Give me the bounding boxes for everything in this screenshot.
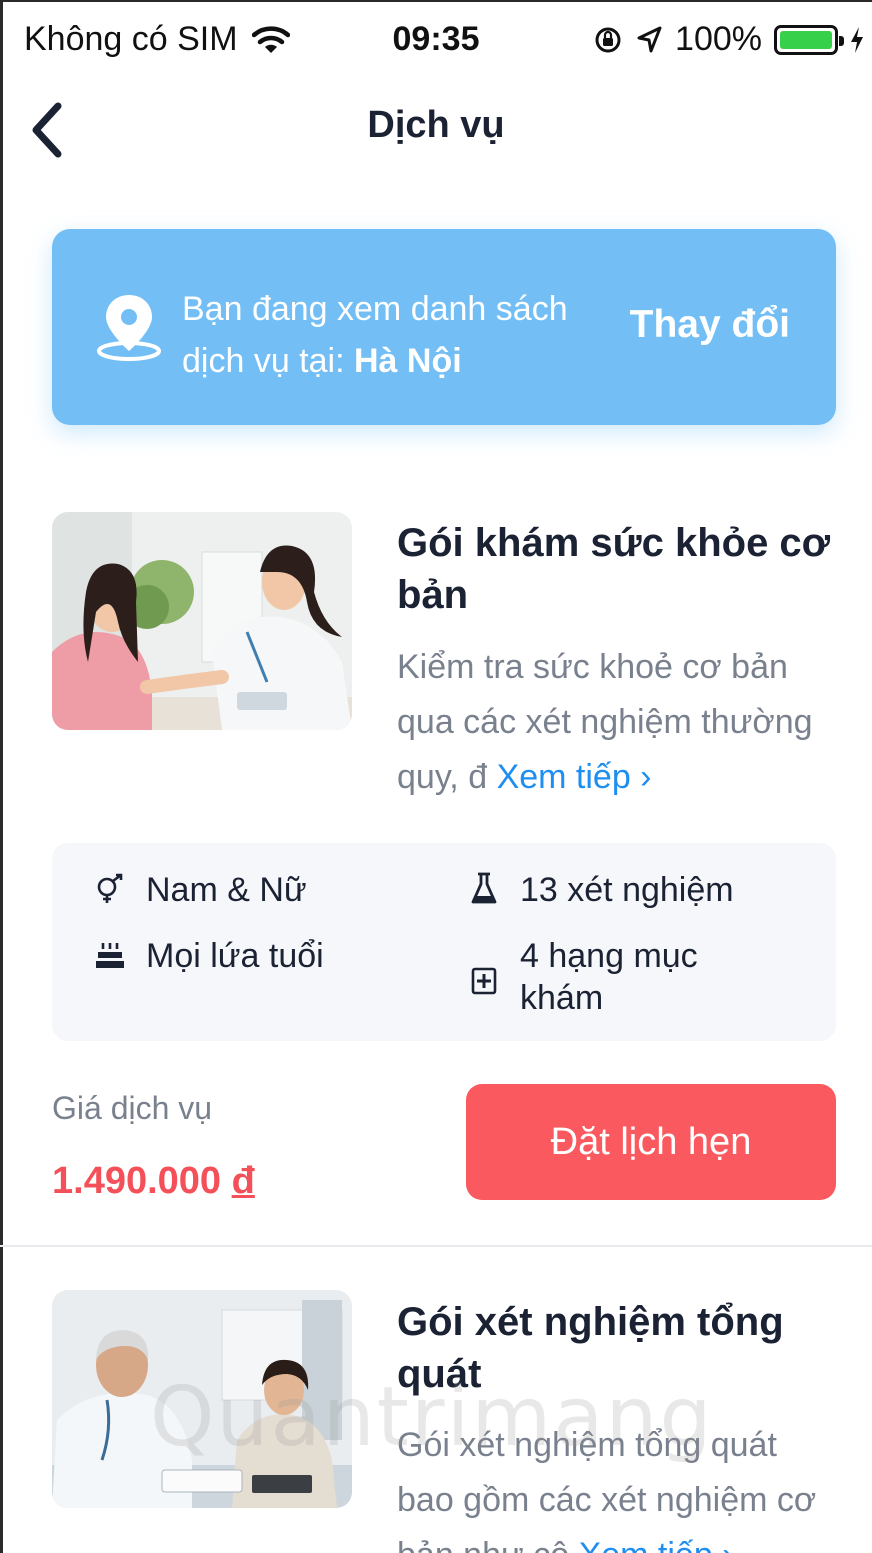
gender-icon (92, 869, 128, 909)
orientation-lock-icon (595, 27, 621, 52)
location-message: Bạn đang xem danh sách dịch vụ tại: Hà N… (182, 283, 612, 387)
battery-percent: 100% (675, 20, 762, 58)
battery-nub (839, 35, 844, 46)
price-label: Giá dịch vụ (52, 1090, 213, 1126)
book-appointment-button[interactable]: Đặt lịch hẹn (466, 1084, 836, 1200)
age-label: Mọi lứa tuổi (146, 937, 324, 975)
service-attributes: Nam & Nữ 13 xét nghiệm Mọi lứa tuổi 4 hạ… (52, 843, 836, 1041)
location-line-2: dịch vụ tại: Hà Nội (182, 335, 612, 387)
change-location-button[interactable]: Thay đổi (630, 303, 790, 347)
location-banner: Bạn đang xem danh sách dịch vụ tại: Hà N… (52, 229, 836, 425)
service-description: Kiểm tra sức khoẻ cơ bản qua các xét ngh… (397, 640, 837, 805)
price-amount: 1.490.000 (52, 1160, 222, 1202)
navigation-bar: Dịch vụ (0, 80, 872, 180)
service-photo (52, 512, 352, 730)
tests-attribute: 13 xét nghiệm (466, 869, 734, 911)
battery-icon (774, 24, 844, 55)
charging-bolt-icon (851, 26, 863, 53)
medical-kit-icon (466, 961, 502, 1001)
page-title: Dịch vụ (367, 104, 505, 146)
tests-label: 13 xét nghiệm (520, 871, 734, 909)
frame-left-border (0, 0, 3, 1553)
age-attribute: Mọi lứa tuổi (92, 935, 324, 977)
location-arrow-icon (637, 26, 662, 52)
price-value: 1.490.000 đ (52, 1160, 255, 1203)
card-divider (0, 1245, 872, 1247)
read-more-link[interactable]: Xem tiếp › (487, 758, 652, 796)
gender-label: Nam & Nữ (146, 871, 307, 909)
read-more-label: Xem tiếp › (579, 1536, 734, 1553)
doctor-patient-illustration (52, 512, 352, 730)
price-currency: đ (231, 1160, 255, 1202)
location-line-2-prefix: dịch vụ tại: (182, 342, 354, 380)
battery-level (780, 30, 832, 49)
cake-icon (92, 935, 128, 975)
status-bar: Không có SIM 09:35 100% (0, 0, 872, 80)
categories-label: 4 hạng mục khám (520, 937, 698, 1017)
map-pin-icon (97, 295, 161, 361)
location-line-1: Bạn đang xem danh sách (182, 290, 568, 328)
service-title[interactable]: Gói khám sức khỏe cơ bản (397, 517, 847, 621)
watermark: Quantrimang (150, 1370, 714, 1465)
read-more-label: Xem tiếp › (496, 758, 652, 796)
categories-attribute: 4 hạng mục khám (466, 935, 766, 1019)
status-icons: 100% (593, 20, 864, 59)
read-more-link[interactable]: Xem tiếp › (569, 1536, 734, 1553)
location-city: Hà Nội (353, 342, 462, 380)
gender-attribute: Nam & Nữ (92, 869, 307, 911)
flask-icon (466, 869, 502, 909)
